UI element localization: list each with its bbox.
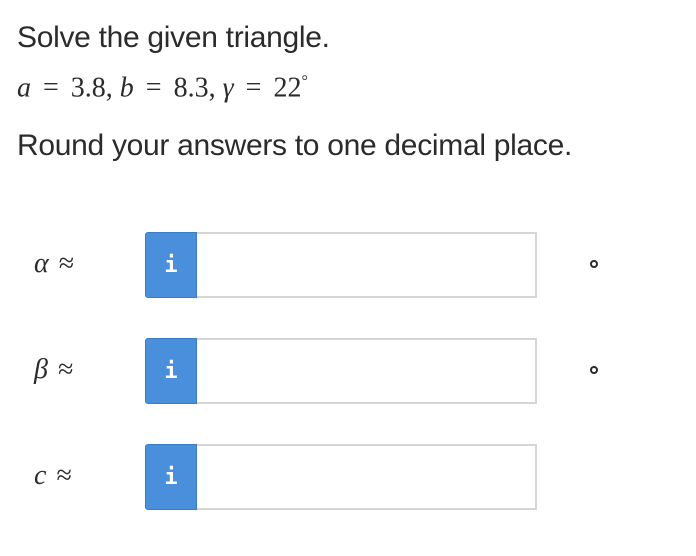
alpha-answer-input[interactable] xyxy=(197,232,537,298)
answer-label-alpha: α ≈ xyxy=(34,244,74,284)
answer-row-beta: β ≈ i xyxy=(0,338,696,404)
given-gamma-degree: ° xyxy=(301,73,308,90)
given-gamma-value: 22 xyxy=(273,72,302,104)
degree-unit-icon xyxy=(590,366,598,374)
given-gamma-equals: = xyxy=(245,72,262,104)
given-a-value: 3.8, xyxy=(70,72,113,104)
given-values: a = 3.8, b = 8.3, γ = 22° xyxy=(17,62,308,108)
beta-answer-input[interactable] xyxy=(197,338,537,404)
rounding-instruction: Round your answers to one decimal place. xyxy=(17,129,572,162)
answer-row-alpha: α ≈ i xyxy=(0,232,696,298)
c-answer-input[interactable] xyxy=(197,444,537,510)
approx-symbol: ≈ xyxy=(58,248,75,279)
given-b-equals: = xyxy=(145,72,162,104)
info-button-alpha[interactable]: i xyxy=(145,232,197,298)
given-b-value: 8.3, xyxy=(173,72,216,104)
problem-title: Solve the given triangle. xyxy=(17,21,330,54)
given-gamma-var: γ xyxy=(222,72,234,104)
beta-symbol: β xyxy=(34,354,48,385)
c-symbol: c xyxy=(34,460,47,491)
answer-label-beta: β ≈ xyxy=(34,350,73,390)
given-a-var: a xyxy=(17,72,31,104)
given-a-equals: = xyxy=(43,72,59,104)
alpha-symbol: α xyxy=(34,248,49,279)
approx-symbol: ≈ xyxy=(57,354,74,385)
degree-unit-icon xyxy=(590,260,598,268)
given-b-var: b xyxy=(119,72,134,104)
info-button-beta[interactable]: i xyxy=(145,338,197,404)
answer-label-c: c ≈ xyxy=(34,456,72,496)
answer-row-c: c ≈ i xyxy=(0,444,696,510)
info-button-c[interactable]: i xyxy=(145,444,197,510)
approx-symbol: ≈ xyxy=(56,460,72,491)
